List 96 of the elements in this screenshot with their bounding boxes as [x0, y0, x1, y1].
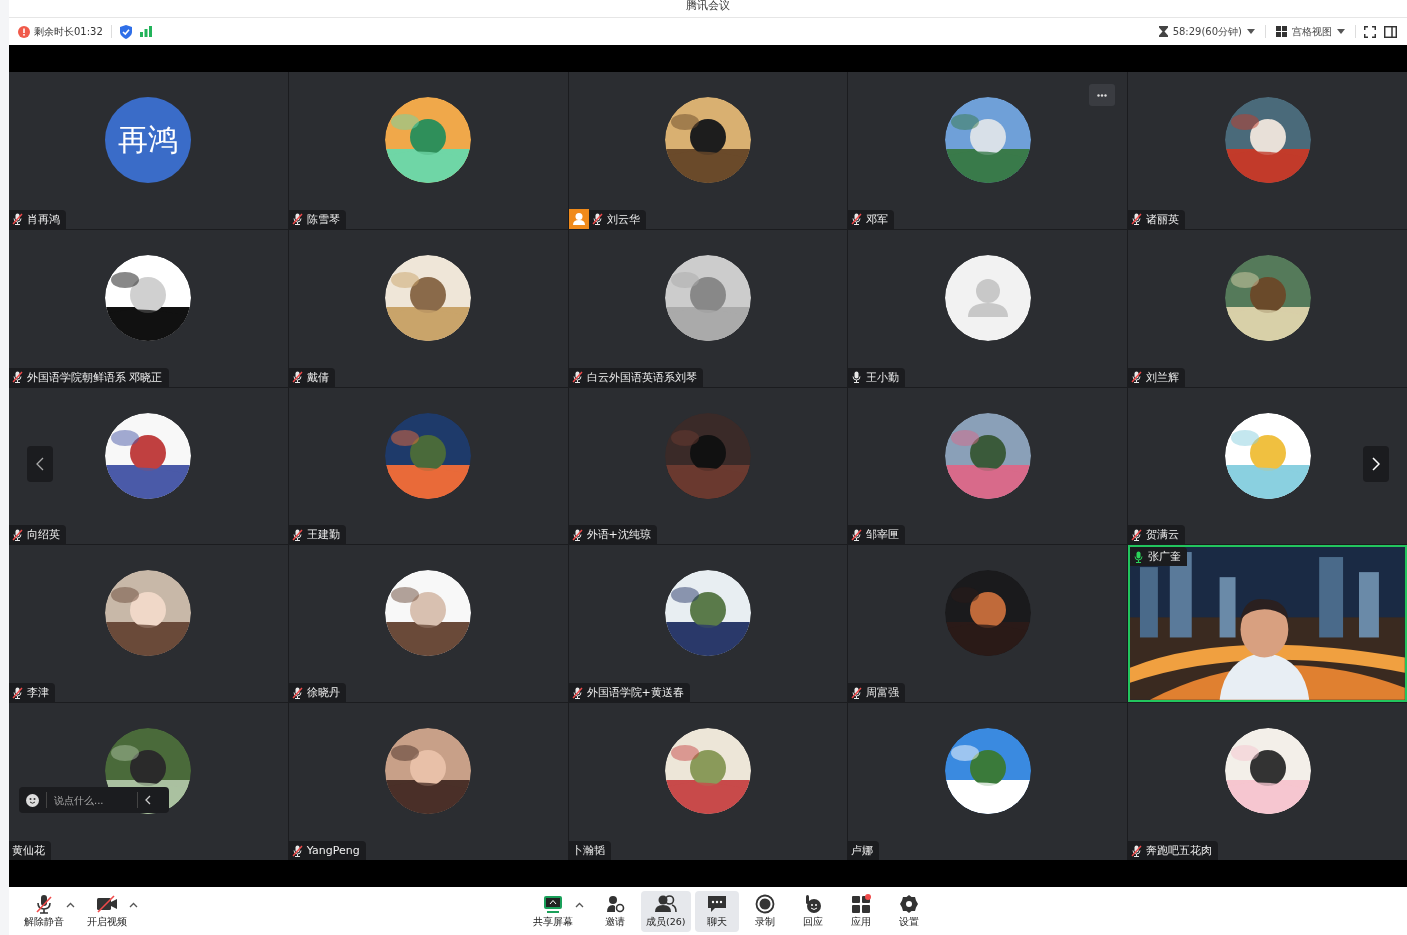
- share-button[interactable]: 共享屏幕: [528, 890, 589, 932]
- video-tile[interactable]: 戴倩: [288, 229, 568, 387]
- caret-icon: [1247, 29, 1255, 34]
- participant-name: 奔跑吧五花肉: [1146, 843, 1213, 858]
- participant-name: 周富强: [866, 685, 900, 701]
- mic-button[interactable]: 解除静音: [19, 890, 80, 932]
- participant-name: 卜瀚韬: [571, 843, 605, 858]
- add-person-icon: [605, 893, 625, 914]
- signal-icon[interactable]: [139, 26, 152, 37]
- chat-bubble-icon: [706, 893, 727, 914]
- record-icon: [754, 893, 775, 914]
- video-tile[interactable]: 外语+沈纯琼: [568, 387, 848, 545]
- participant-name: 张广奎: [1148, 549, 1182, 565]
- grid-icon: [1276, 26, 1287, 37]
- participant-name: 邓军: [866, 211, 889, 227]
- participant-name: 刘云华: [606, 211, 640, 227]
- camera-off-icon: [96, 893, 118, 914]
- participant-name: 邹宰匣: [866, 527, 900, 543]
- settings-button[interactable]: 设置: [886, 890, 931, 932]
- participant-name: 黄仙花: [12, 843, 45, 858]
- people-icon: [654, 893, 677, 914]
- participant-name: 贺满云: [1146, 527, 1180, 543]
- active-speaker-tile[interactable]: 张广奎: [1128, 545, 1407, 703]
- video-tile[interactable]: 外国语学院+黄送春: [568, 545, 848, 703]
- participant-name: 肖再鸿: [27, 211, 60, 227]
- chat-input-field[interactable]: 说点什么...: [54, 794, 130, 806]
- participant-name: YangPeng: [306, 844, 360, 857]
- video-tile[interactable]: 刘云华: [568, 72, 848, 229]
- participant-name: 诸丽英: [1146, 211, 1180, 227]
- hourglass-icon: [1158, 26, 1168, 37]
- video-tile[interactable]: 卢娜: [848, 703, 1128, 860]
- video-tile[interactable]: 奔跑吧五花肉: [1128, 703, 1407, 860]
- video-tile[interactable]: 邹宰匣: [848, 387, 1128, 545]
- sidebar-icon[interactable]: [1384, 25, 1397, 38]
- fullscreen-icon[interactable]: [1364, 25, 1376, 38]
- react-button[interactable]: 回应: [790, 890, 835, 932]
- caret-icon: [129, 902, 138, 908]
- participant-name: 王建勤: [306, 527, 340, 543]
- screen-share-icon: [543, 893, 563, 914]
- person-avatar-icon: [944, 254, 1031, 341]
- chevron-right-icon: [1372, 457, 1380, 471]
- participant-name: 王小勤: [866, 369, 900, 385]
- video-tile[interactable]: 白云外国语英语系刘琴: [568, 229, 848, 387]
- video-tile[interactable]: 邓军: [848, 72, 1128, 229]
- participant-name: 李津: [27, 685, 49, 701]
- caret-icon: [66, 902, 75, 908]
- chat-button[interactable]: 聊天: [694, 890, 739, 932]
- participant-name: 向绍英: [27, 527, 60, 543]
- muted-microphone-icon: [34, 893, 54, 914]
- ellipsis-icon: [1097, 93, 1108, 97]
- next-page-button[interactable]: [1363, 446, 1389, 482]
- participant-name: 外语+沈纯琼: [586, 527, 651, 543]
- warning-icon: [18, 25, 30, 38]
- video-tile[interactable]: 再鸿 肖再鸿: [9, 72, 288, 229]
- video-tile[interactable]: 徐晓丹: [288, 545, 568, 703]
- caret-icon: [1337, 29, 1345, 34]
- video-tile[interactable]: 贺满云: [1128, 387, 1407, 545]
- participant-name: 陈雪琴: [306, 211, 340, 227]
- participant-name: 外国语学院朝鲜语系 邓晓正: [27, 369, 163, 385]
- participant-name: 卢娜: [851, 843, 874, 858]
- video-tile[interactable]: 向绍英: [9, 387, 288, 545]
- video-tile[interactable]: 陈雪琴: [288, 72, 568, 229]
- remaining-time: 剩余时长01:32: [34, 24, 103, 39]
- window-title: 腾讯会议: [686, 0, 730, 12]
- shield-icon[interactable]: [119, 24, 132, 39]
- participant-name: 刘兰辉: [1146, 369, 1180, 385]
- record-button[interactable]: 录制: [742, 890, 787, 932]
- video-tile[interactable]: 外国语学院朝鲜语系 邓晓正: [9, 229, 288, 387]
- participant-name: 戴倩: [306, 369, 329, 385]
- emoji-icon[interactable]: [26, 793, 39, 807]
- avatar: 再鸿: [105, 97, 192, 183]
- host-icon: [568, 208, 589, 229]
- participant-name: 白云外国语英语系刘琴: [586, 369, 697, 385]
- meeting-timer-dropdown[interactable]: 58:29(60分钟): [1156, 24, 1257, 39]
- settings-icon: [898, 893, 919, 914]
- participant-name: 徐晓丹: [306, 685, 340, 701]
- video-tile[interactable]: YangPeng: [288, 703, 568, 860]
- invite-button[interactable]: 邀请: [593, 890, 637, 932]
- participant-name: 外国语学院+黄送春: [586, 685, 684, 701]
- video-tile[interactable]: 诸丽英: [1128, 72, 1407, 229]
- video-tile[interactable]: 李津: [9, 545, 288, 703]
- collapse-icon[interactable]: [145, 795, 151, 805]
- video-tile[interactable]: 周富强: [848, 545, 1128, 703]
- view-dropdown[interactable]: 宫格视图: [1274, 24, 1347, 39]
- video-tile[interactable]: 王建勤: [288, 387, 568, 545]
- apps-button[interactable]: 应用: [838, 890, 883, 932]
- caret-icon: [575, 902, 584, 908]
- camera-button[interactable]: 开启视频: [82, 890, 143, 932]
- members-button[interactable]: 成员(26): [641, 890, 691, 932]
- video-tile[interactable]: 刘兰辉: [1128, 229, 1407, 387]
- video-tile[interactable]: 王小勤: [848, 229, 1128, 387]
- chevron-left-icon: [36, 457, 44, 471]
- previous-page-button[interactable]: [27, 446, 53, 482]
- video-tile[interactable]: 卜瀚韬: [568, 703, 848, 860]
- more-button[interactable]: [1089, 84, 1116, 106]
- app-grid-icon: [850, 893, 871, 914]
